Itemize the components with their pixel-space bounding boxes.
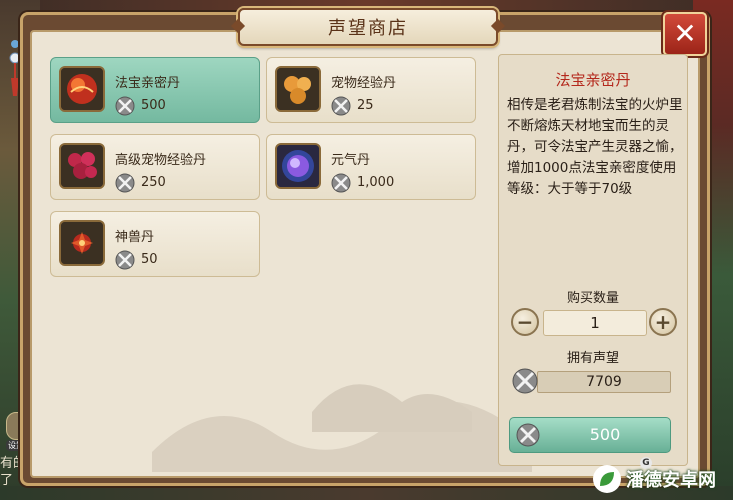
plus-icon: +	[654, 310, 672, 334]
close-button[interactable]: ✕	[663, 12, 707, 56]
quantity-stepper: − 1 +	[511, 307, 677, 339]
reputation-swords-icon	[115, 96, 135, 116]
item-name: 宠物经验丹	[331, 76, 397, 91]
orange-pills-icon	[275, 66, 321, 112]
item-name: 法宝亲密丹	[115, 76, 181, 91]
shop-item[interactable]: 元气丹 1,000	[266, 134, 476, 200]
quantity-value[interactable]: 1	[543, 310, 647, 336]
reputation-swords-icon	[115, 250, 135, 270]
shop-item-grid: 法宝亲密丹 500 宠物经验丹 25 高级宠物经验丹 250 元气丹 1,000…	[46, 52, 486, 472]
item-price: 250	[141, 175, 166, 190]
reputation-value: 7709	[537, 371, 671, 393]
shop-item[interactable]: 神兽丹 50	[50, 211, 260, 277]
dialog-title-plate: 声望商店	[238, 8, 498, 46]
minus-icon: −	[516, 310, 534, 334]
item-name: 神兽丹	[115, 230, 155, 245]
close-icon: ✕	[673, 17, 697, 50]
item-name: 元气丹	[331, 153, 371, 168]
reputation-swords-icon	[331, 173, 351, 193]
detail-title: 法宝亲密丹	[555, 71, 631, 89]
quantity-label: 购买数量	[566, 291, 619, 306]
reputation-swords-icon	[516, 423, 540, 447]
item-detail-panel: 法宝亲密丹 相传是老君炼制法宝的火炉里不断熔炼天材地宝而生的灵丹，可令法宝产生灵…	[498, 54, 688, 466]
buy-button[interactable]: 500	[509, 417, 671, 453]
quantity-decrease-button[interactable]: −	[511, 308, 539, 336]
watermark-leaf-icon	[593, 465, 621, 493]
site-watermark: 潘德安卓网	[592, 462, 716, 496]
red-flower-emblem-icon	[59, 220, 105, 266]
shop-item[interactable]: 宠物经验丹 25	[266, 57, 476, 123]
reputation-swords-icon	[115, 173, 135, 193]
item-price: 500	[141, 98, 166, 113]
item-name: 高级宠物经验丹	[115, 153, 207, 168]
dialog-title: 声望商店	[328, 18, 408, 39]
shop-item[interactable]: 高级宠物经验丹 250	[50, 134, 260, 200]
reputation-label: 拥有声望	[566, 351, 619, 366]
red-berry-cluster-icon	[59, 143, 105, 189]
blue-purple-glow-orb-icon	[275, 143, 321, 189]
detail-description: 相传是老君炼制法宝的火炉里不断熔炼天材地宝而生的灵丹，可令法宝产生灵器之愉，增加…	[507, 97, 683, 197]
quantity-increase-button[interactable]: +	[649, 308, 677, 336]
shop-item[interactable]: 法宝亲密丹 500	[50, 57, 260, 123]
item-price: 50	[141, 252, 158, 267]
red-fire-orb-icon	[59, 66, 105, 112]
reputation-swords-icon	[512, 368, 538, 394]
watermark-text: 潘德安卓网	[626, 470, 716, 491]
item-price: 25	[357, 98, 374, 113]
buy-price: 500	[589, 425, 621, 444]
item-price: 1,000	[357, 175, 395, 190]
reputation-swords-icon	[331, 96, 351, 116]
reputation-row: 7709	[511, 367, 671, 395]
